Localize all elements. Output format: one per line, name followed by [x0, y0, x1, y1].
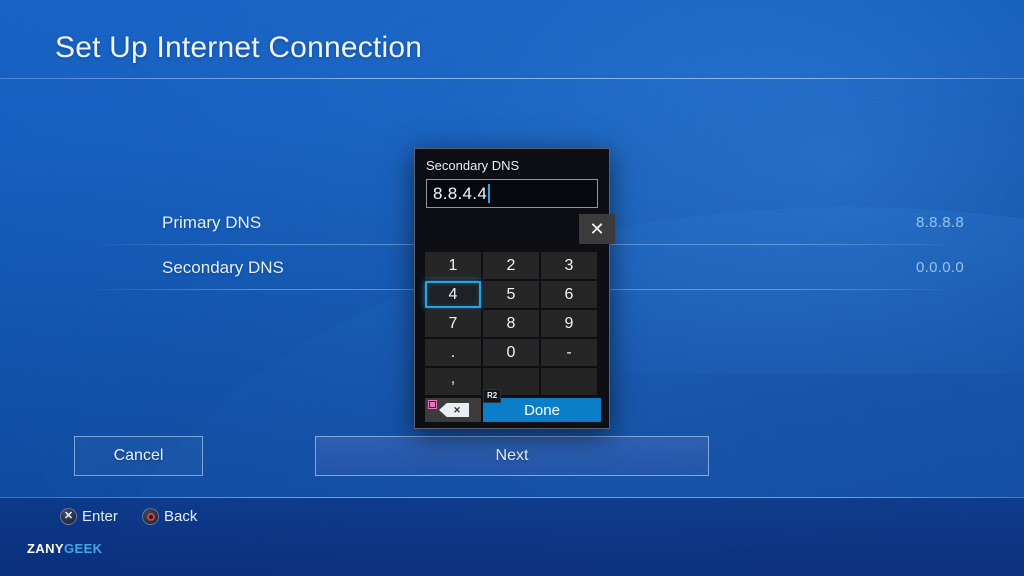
- keypad-key-4[interactable]: 4: [425, 281, 481, 308]
- cross-button-icon: ✕: [60, 508, 77, 525]
- hint-enter: ✕ Enter: [60, 508, 118, 525]
- keypad-bottom-row: ✕ R2 Done: [425, 389, 601, 422]
- keypad-key-9[interactable]: 9: [541, 310, 597, 337]
- row-label: Primary DNS: [162, 212, 262, 232]
- hint-enter-label: Enter: [82, 508, 118, 525]
- watermark: ZANYGEEK: [27, 541, 102, 556]
- keypad-key-label: 0: [506, 343, 516, 361]
- keypad-key-0[interactable]: 0: [483, 339, 539, 366]
- keypad-key-label: 9: [564, 314, 574, 332]
- keypad-title: Secondary DNS: [426, 158, 520, 173]
- row-value: 8.8.8.8: [916, 214, 964, 231]
- watermark-part-two: GEEK: [64, 541, 103, 556]
- header: Set Up Internet Connection: [0, 0, 1024, 79]
- dns-input-value: 8.8.4.4: [433, 183, 488, 203]
- header-divider: [0, 78, 1024, 79]
- cancel-button[interactable]: Cancel: [74, 436, 203, 476]
- keypad-key-label: 4: [448, 285, 458, 303]
- row-value: 0.0.0.0: [916, 259, 964, 276]
- keypad-key-label: 5: [506, 285, 516, 303]
- keypad-key--[interactable]: -: [541, 339, 597, 366]
- done-button-label: Done: [524, 401, 560, 419]
- hint-back-label: Back: [164, 508, 198, 525]
- keypad-key-.[interactable]: .: [425, 339, 481, 366]
- keypad-key-blank: [541, 368, 597, 395]
- keypad-key-label: 6: [564, 285, 574, 303]
- dns-input[interactable]: 8.8.4.4: [426, 179, 598, 208]
- keypad-dialog: Secondary DNS 8.8.4.4 ✕ 1 2 3 4 5 6 7 8 9. 0 -, ✕ …: [414, 148, 615, 429]
- hint-back: Back: [142, 508, 197, 525]
- keypad-key-label: 8: [506, 314, 516, 332]
- keypad-key-label: ,: [450, 370, 456, 387]
- keypad-key-5[interactable]: 5: [483, 281, 539, 308]
- footer: ✕ Enter Back: [0, 497, 1024, 576]
- done-button[interactable]: R2 Done: [483, 389, 601, 422]
- keypad-grid: 1 2 3 4 5 6 7 8 9. 0 -,: [425, 252, 601, 395]
- keypad-key-,[interactable]: ,: [425, 368, 481, 395]
- r2-button-icon: R2: [483, 389, 502, 403]
- square-button-icon: [428, 400, 437, 409]
- keypad-key-7[interactable]: 7: [425, 310, 481, 337]
- keypad-key-label: 1: [448, 256, 458, 274]
- backspace-icon: ✕: [439, 403, 469, 417]
- watermark-part-one: ZANY: [27, 541, 64, 556]
- page-title: Set Up Internet Connection: [55, 31, 423, 64]
- row-label: Secondary DNS: [162, 257, 284, 277]
- action-bar: Cancel Next: [0, 436, 1024, 478]
- keypad-key-label: .: [450, 343, 456, 361]
- keypad-key-2[interactable]: 2: [483, 252, 539, 279]
- keypad-key-label: 2: [506, 256, 516, 274]
- keypad-key-label: -: [566, 343, 572, 361]
- next-button[interactable]: Next: [315, 436, 709, 476]
- close-icon[interactable]: ✕: [579, 214, 615, 244]
- backspace-key[interactable]: ✕: [425, 398, 481, 422]
- keypad-key-label: 7: [448, 314, 458, 332]
- keypad-key-3[interactable]: 3: [541, 252, 597, 279]
- circle-button-icon: [142, 508, 159, 525]
- keypad-key-1[interactable]: 1: [425, 252, 481, 279]
- keypad-key-6[interactable]: 6: [541, 281, 597, 308]
- keypad-key-label: 3: [564, 256, 574, 274]
- text-caret: [488, 184, 491, 203]
- keypad-key-8[interactable]: 8: [483, 310, 539, 337]
